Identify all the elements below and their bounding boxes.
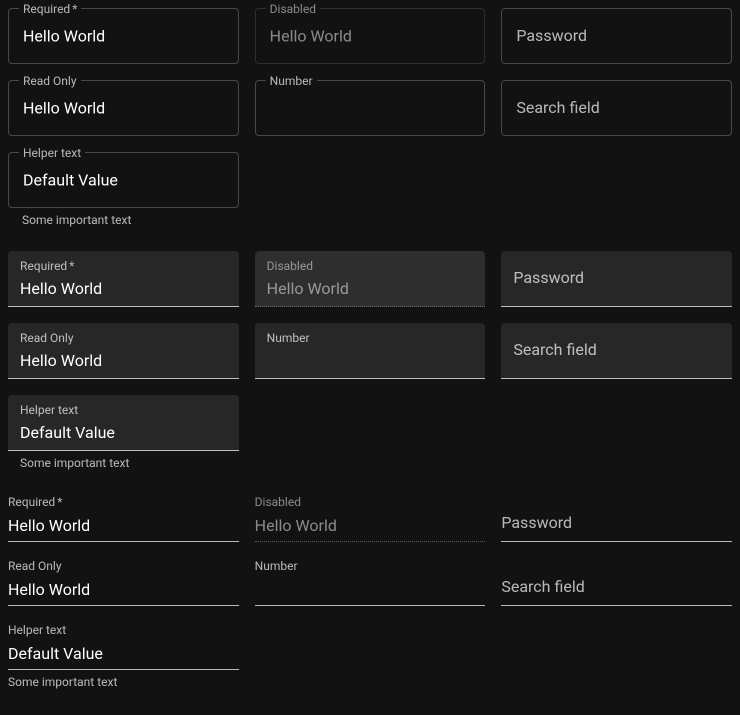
required-field-outlined[interactable]: Required* Hello World (8, 8, 239, 64)
field-label: Read Only (19, 74, 81, 88)
input-value: Hello World (270, 27, 471, 46)
input-value: Hello World (267, 279, 474, 298)
label-text: Required (8, 495, 55, 509)
field-label: Required* (8, 494, 62, 511)
field-label: Password (513, 267, 584, 289)
input-value[interactable]: Default Value (8, 644, 239, 663)
input-value[interactable]: Hello World (8, 516, 239, 535)
password-field-standard[interactable]: Password (501, 494, 732, 542)
readonly-field-standard[interactable]: Read Only Hello World (8, 558, 239, 606)
readonly-field-filled[interactable]: Read Only Hello World (8, 323, 239, 379)
input-value[interactable]: Hello World (20, 351, 227, 370)
label-text: Required (23, 2, 70, 16)
helpertext-field-standard[interactable]: Helper text Default Value Some important… (8, 622, 239, 693)
search-field-outlined[interactable]: Search field (501, 80, 732, 136)
field-label: Read Only (8, 558, 62, 575)
search-field-standard[interactable]: Search field (501, 558, 732, 606)
field-label: Password (516, 29, 587, 43)
field-label: Disabled (267, 258, 313, 275)
readonly-field-outlined[interactable]: Read Only Hello World (8, 80, 239, 136)
field-label: Search field (513, 339, 596, 361)
required-field-filled[interactable]: Required* Hello World (8, 251, 239, 307)
search-field-filled[interactable]: Search field (501, 323, 732, 379)
field-label: Number (267, 330, 310, 347)
disabled-field-filled: Disabled Hello World (255, 251, 486, 307)
input-value: Hello World (255, 516, 486, 535)
field-label: Search field (501, 576, 584, 598)
field-label: Disabled (255, 494, 301, 511)
field-label: Number (255, 558, 298, 575)
disabled-field-outlined: Disabled Hello World (255, 8, 486, 64)
label-text: Required (20, 259, 67, 273)
helpertext-field-filled[interactable]: Helper text Default Value Some important… (8, 395, 239, 474)
required-asterisk: * (57, 495, 62, 509)
helper-text: Some important text (22, 211, 239, 231)
password-field-outlined[interactable]: Password (501, 8, 732, 64)
number-field-outlined[interactable]: Number (255, 80, 486, 136)
field-label: Number (266, 74, 317, 88)
input-value[interactable]: Default Value (20, 423, 227, 442)
field-label: Search field (516, 101, 599, 115)
disabled-field-standard: Disabled Hello World (255, 494, 486, 542)
required-asterisk: * (72, 2, 77, 16)
input-value[interactable]: Hello World (8, 580, 239, 599)
input-value[interactable]: Hello World (23, 27, 224, 46)
input-value[interactable]: Default Value (23, 171, 224, 190)
field-label: Password (501, 512, 572, 534)
field-label: Disabled (266, 2, 320, 16)
field-label: Helper text (20, 402, 78, 419)
field-label: Required* (20, 258, 74, 275)
required-field-standard[interactable]: Required* Hello World (8, 494, 239, 542)
password-field-filled[interactable]: Password (501, 251, 732, 307)
helper-text: Some important text (20, 454, 239, 474)
number-field-filled[interactable]: Number (255, 323, 486, 379)
input-value[interactable]: Hello World (20, 279, 227, 298)
field-label: Helper text (19, 146, 85, 160)
number-field-standard[interactable]: Number (255, 558, 486, 606)
field-label: Required* (19, 2, 81, 16)
helpertext-field-outlined[interactable]: Helper text Default Value Some important… (8, 152, 239, 231)
helper-text: Some important text (8, 673, 239, 693)
field-label: Read Only (20, 330, 74, 347)
input-value[interactable]: Hello World (23, 99, 224, 118)
required-asterisk: * (69, 259, 74, 273)
field-label: Helper text (8, 622, 66, 639)
